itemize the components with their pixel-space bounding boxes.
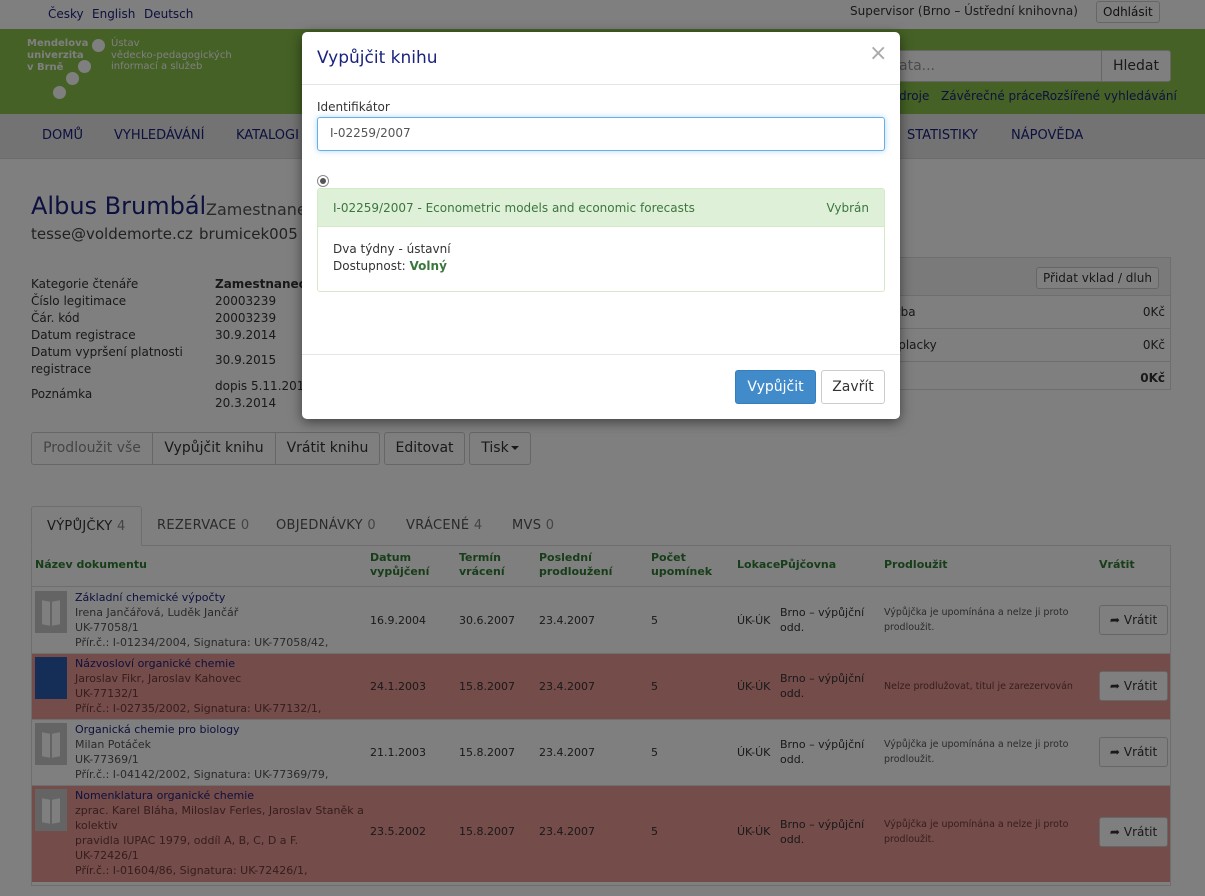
result-title: I-02259/2007 - Econometric models and ec…	[333, 201, 695, 215]
result-radio[interactable]	[317, 175, 329, 187]
result-status: Vybrán	[826, 201, 870, 215]
identifier-label: Identifikátor	[317, 100, 390, 114]
identifier-input[interactable]: I-02259/2007	[317, 117, 885, 151]
close-button[interactable]: Zavřít	[821, 370, 885, 404]
availability: Dostupnost: Volný	[333, 259, 447, 273]
modal-divider	[302, 354, 900, 355]
modal-title: Vypůjčit knihu	[317, 48, 438, 68]
availability-value: Volný	[409, 259, 447, 273]
close-icon[interactable]: ×	[869, 43, 887, 65]
loan-type: Dva týdny - ústavní	[333, 242, 451, 256]
modal-divider	[302, 84, 900, 85]
search-result[interactable]: I-02259/2007 - Econometric models and ec…	[317, 188, 885, 292]
borrow-confirm-button[interactable]: Vypůjčit	[735, 370, 816, 404]
borrow-book-modal: Vypůjčit knihu × Identifikátor I-02259/2…	[302, 32, 900, 419]
